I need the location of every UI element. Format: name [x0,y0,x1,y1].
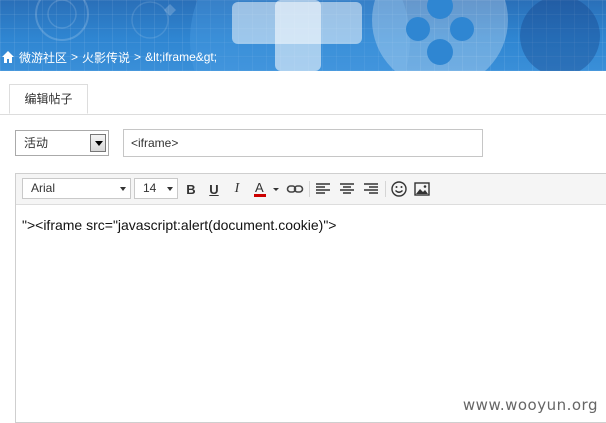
font-family-value: Arial [31,181,56,195]
font-color-icon[interactable]: A [252,180,282,198]
rich-text-editor: Arial 14 B U I A "><iframe src="javascri… [15,173,606,423]
breadcrumb-link-community[interactable]: 微游社区 [19,49,67,66]
toolbar-divider [309,181,310,197]
editor-content[interactable]: "><iframe src="javascript:alert(document… [22,217,336,233]
home-icon[interactable] [1,50,15,64]
breadcrumb-separator: > [71,50,79,64]
italic-icon[interactable]: I [228,180,246,198]
align-left-icon[interactable] [314,180,332,198]
editor-toolbar: Arial 14 B U I A [16,174,606,205]
breadcrumb-current[interactable]: &lt;iframe&gt; [145,50,217,64]
tab-edit-post[interactable]: 编辑帖子 [9,84,88,114]
link-icon[interactable] [286,180,304,198]
category-select-value: 活动 [24,136,49,150]
dropdown-arrow-icon[interactable] [90,134,106,152]
svg-text:A: A [255,180,264,195]
font-color-glyph-icon: A [254,180,279,197]
title-input[interactable] [123,129,483,157]
align-center-icon[interactable] [338,180,356,198]
breadcrumb-separator: > [134,50,142,64]
toolbar-divider [385,181,386,197]
font-size-select[interactable]: 14 [134,178,178,199]
emoji-icon[interactable] [390,180,408,198]
breadcrumb-link-game[interactable]: 火影传说 [82,49,130,66]
chevron-down-icon [120,187,126,191]
header-banner: 微游社区 > 火影传说 > &lt;iframe&gt; [0,0,606,71]
breadcrumb: 微游社区 > 火影传说 > &lt;iframe&gt; [0,47,217,67]
font-size-value: 14 [143,181,157,195]
underline-icon[interactable]: U [205,180,223,198]
image-icon[interactable] [413,180,431,198]
font-family-select[interactable]: Arial [22,178,131,199]
watermark: www.wooyun.org [462,396,598,414]
chevron-down-icon [167,187,173,191]
category-select[interactable]: 活动 [15,130,109,156]
bold-icon[interactable]: B [182,180,200,198]
align-right-icon[interactable] [362,180,380,198]
tab-bar: 编辑帖子 [0,71,606,115]
